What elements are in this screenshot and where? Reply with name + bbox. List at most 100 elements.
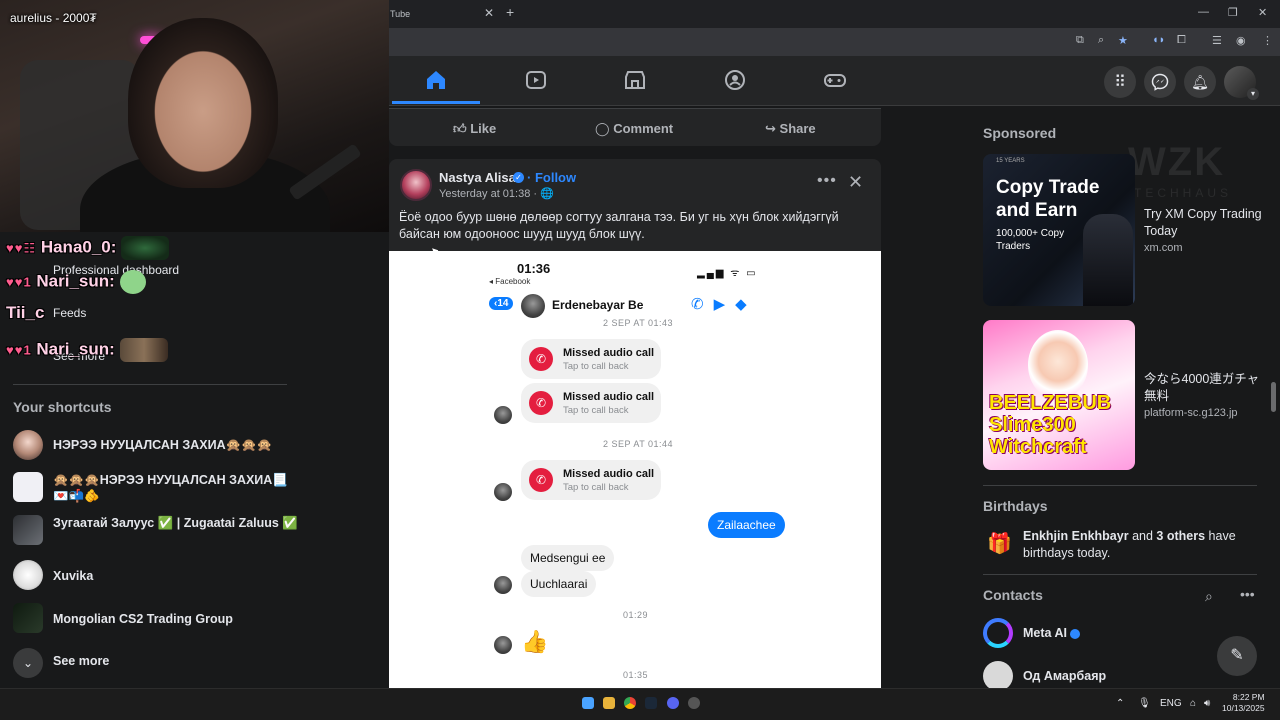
- post-timestamp[interactable]: Yesterday at 01:38 · 🌐: [439, 187, 554, 200]
- comment-button[interactable]: ◯ Comment: [595, 121, 673, 137]
- ad-image-game[interactable]: BEELZEBUB Slime300 Witchcraft: [983, 320, 1135, 470]
- network-icon[interactable]: ⌂: [1190, 698, 1196, 709]
- ad-url[interactable]: xm.com: [1144, 242, 1183, 254]
- chat-emote: [119, 338, 168, 362]
- messenger-icon: [1151, 73, 1169, 91]
- steam-icon[interactable]: [645, 697, 657, 709]
- ad-title[interactable]: 今なら4000連ガチャ無料: [1144, 371, 1264, 405]
- shortcut-label: Зугаатай Залуус ✅ | Zugaatai Zaluus ✅: [53, 516, 298, 530]
- shortcut-item[interactable]: НЭРЭЭ НУУЦАЛСАН ЗАХИА🙊🙊🙊: [13, 430, 313, 470]
- missed-call-sub: Tap to call back: [563, 482, 629, 493]
- comment-icon: ◯: [595, 121, 610, 136]
- shortcut-item[interactable]: 🙊🙊🙊НЭРЭЭ НУУЦАЛСАН ЗАХИА📃💌📬🫵: [13, 472, 313, 512]
- chat-username: Nari_sun:: [36, 271, 115, 291]
- page-scrollbar[interactable]: [1271, 382, 1276, 412]
- new-tab-button[interactable]: +: [506, 4, 514, 20]
- shortcut-label: Xuvika: [53, 569, 94, 583]
- bookmark-star-icon[interactable]: ★: [1118, 34, 1128, 47]
- search-icon[interactable]: ⌕: [1205, 588, 1213, 605]
- shortcut-item[interactable]: Mongolian CS2 Trading Group: [13, 603, 313, 643]
- contact-name: Erdenebayar Be: [552, 298, 644, 312]
- notifications-button[interactable]: 🔔︎: [1184, 66, 1216, 98]
- volume-icon[interactable]: 🔊︎: [1204, 698, 1210, 709]
- time-separator: 01:29: [623, 610, 649, 620]
- maximize-button[interactable]: ❐: [1228, 6, 1238, 19]
- birthday-text[interactable]: Enkhjin Enkhbayr and 3 others have birth…: [1023, 528, 1263, 562]
- more-options-icon[interactable]: •••: [1240, 586, 1255, 602]
- close-window-button[interactable]: ✕: [1258, 6, 1267, 19]
- clock-date: 10/13/2025: [1222, 703, 1265, 713]
- extension-icon[interactable]: ◖◗: [1152, 34, 1165, 46]
- see-more-button[interactable]: ⌄: [13, 648, 43, 678]
- language-indicator[interactable]: ENG: [1160, 698, 1182, 709]
- tab-close-icon[interactable]: ✕: [484, 6, 494, 20]
- ad-url[interactable]: platform-sc.g123.jp: [1144, 407, 1238, 419]
- zoom-icon[interactable]: ⌕: [1098, 34, 1104, 47]
- shortcut-thumb: [13, 472, 43, 502]
- contact-item[interactable]: Од Амарбаяр: [1023, 669, 1106, 683]
- share-button[interactable]: ↪ Share: [765, 121, 816, 137]
- missed-call-label: Missed audio call: [563, 391, 655, 403]
- gaming-icon[interactable]: [823, 68, 847, 92]
- follow-label: Follow: [534, 170, 577, 185]
- shortcuts-title: Your shortcuts: [13, 399, 112, 415]
- shortcut-item[interactable]: Зугаатай Залуус ✅ | Zugaatai Zaluus ✅: [13, 515, 313, 555]
- missed-call-bubble: ✆ Missed audio call Tap to call back: [521, 460, 661, 500]
- tray-overflow-icon[interactable]: ⌃: [1116, 698, 1124, 709]
- chevron-down-icon: ⌄: [22, 656, 34, 670]
- chevron-down-icon[interactable]: ▾: [1247, 88, 1259, 100]
- sender-avatar: [494, 636, 512, 654]
- screen: Tube ✕ + — ❐ ✕ ⧉ ⌕ ★ ◖◗ ⧠ ☰ ◉ ⋮ ⠿ 🔔︎ ▾ P…: [0, 0, 1280, 720]
- reading-list-icon[interactable]: ☰: [1212, 34, 1222, 47]
- groups-icon[interactable]: [723, 68, 747, 92]
- system-clock[interactable]: 8:22 PM 10/13/2025: [1222, 692, 1265, 714]
- feeds-link[interactable]: Feeds: [53, 306, 86, 320]
- minimize-button[interactable]: —: [1198, 6, 1209, 18]
- new-message-button[interactable]: ✎: [1217, 636, 1257, 676]
- browser-menu-icon[interactable]: ⋮: [1262, 34, 1273, 47]
- contact-avatar[interactable]: [983, 661, 1013, 691]
- video-icon[interactable]: [524, 68, 548, 92]
- chat-username: Tii_c: [6, 303, 45, 322]
- streamer-head: [128, 18, 278, 188]
- right-divider: [983, 574, 1257, 575]
- missed-call-icon: ✆: [529, 347, 553, 371]
- see-more-label[interactable]: See more: [53, 654, 109, 668]
- chat-badges: ♥♥1: [6, 342, 32, 358]
- meta-ai-icon[interactable]: [983, 618, 1013, 648]
- like-button[interactable]: 👍︎ Like: [453, 121, 496, 137]
- chat-badges: ♥♥1: [6, 274, 32, 290]
- birthday-and: and: [1132, 529, 1153, 543]
- discord-icon[interactable]: [667, 697, 679, 709]
- phone-status-icons: ▂▄▆ ᯤ ▭: [697, 268, 758, 279]
- streamer-name: aurelius - 2000₮: [10, 11, 97, 25]
- home-icon[interactable]: [424, 68, 448, 92]
- sidebar-divider: [13, 384, 287, 385]
- call-video-info-icons: ✆▶◆: [691, 296, 757, 313]
- microphone-icon[interactable]: 🎙︎: [1138, 698, 1151, 709]
- messenger-button[interactable]: [1144, 66, 1176, 98]
- profile-icon[interactable]: ◉: [1236, 34, 1246, 47]
- cast-icon[interactable]: ⧉: [1076, 34, 1084, 47]
- shortcut-thumb: [13, 430, 43, 460]
- shortcut-item[interactable]: Xuvika: [13, 560, 313, 600]
- file-explorer-icon[interactable]: [603, 697, 615, 709]
- post-more-icon[interactable]: •••: [817, 172, 837, 190]
- post-author-name[interactable]: Nastya Alisa: [439, 170, 516, 185]
- puzzle-icon[interactable]: ⧠: [1177, 34, 1186, 47]
- chat-username: Hana0_0:: [40, 237, 117, 257]
- ad-image-xm[interactable]: 15 YEARS Copy Trade and Earn 100,000+ Co…: [983, 154, 1135, 306]
- follow-link[interactable]: · Follow: [527, 170, 576, 185]
- watermark-logo-sub: TECHHAUS: [1134, 186, 1233, 200]
- obs-icon[interactable]: [688, 697, 700, 709]
- post-image-screenshot[interactable]: 01:36 ◂ Facebook ▂▄▆ ᯤ ▭ ‹14 Erdenebayar…: [389, 251, 881, 688]
- menu-grid-button[interactable]: ⠿: [1104, 66, 1136, 98]
- marketplace-icon[interactable]: [623, 68, 647, 92]
- start-icon[interactable]: [582, 697, 594, 709]
- contact-item[interactable]: Meta AI: [1023, 626, 1081, 640]
- post-author-avatar[interactable]: [400, 169, 432, 201]
- chrome-icon[interactable]: [624, 697, 636, 709]
- shortcut-label: 🙊🙊🙊НЭРЭЭ НУУЦАЛСАН ЗАХИА📃💌📬🫵: [53, 473, 288, 503]
- ad-title[interactable]: Try XM Copy Trading Today: [1144, 206, 1264, 240]
- post-close-icon[interactable]: ✕: [848, 172, 863, 193]
